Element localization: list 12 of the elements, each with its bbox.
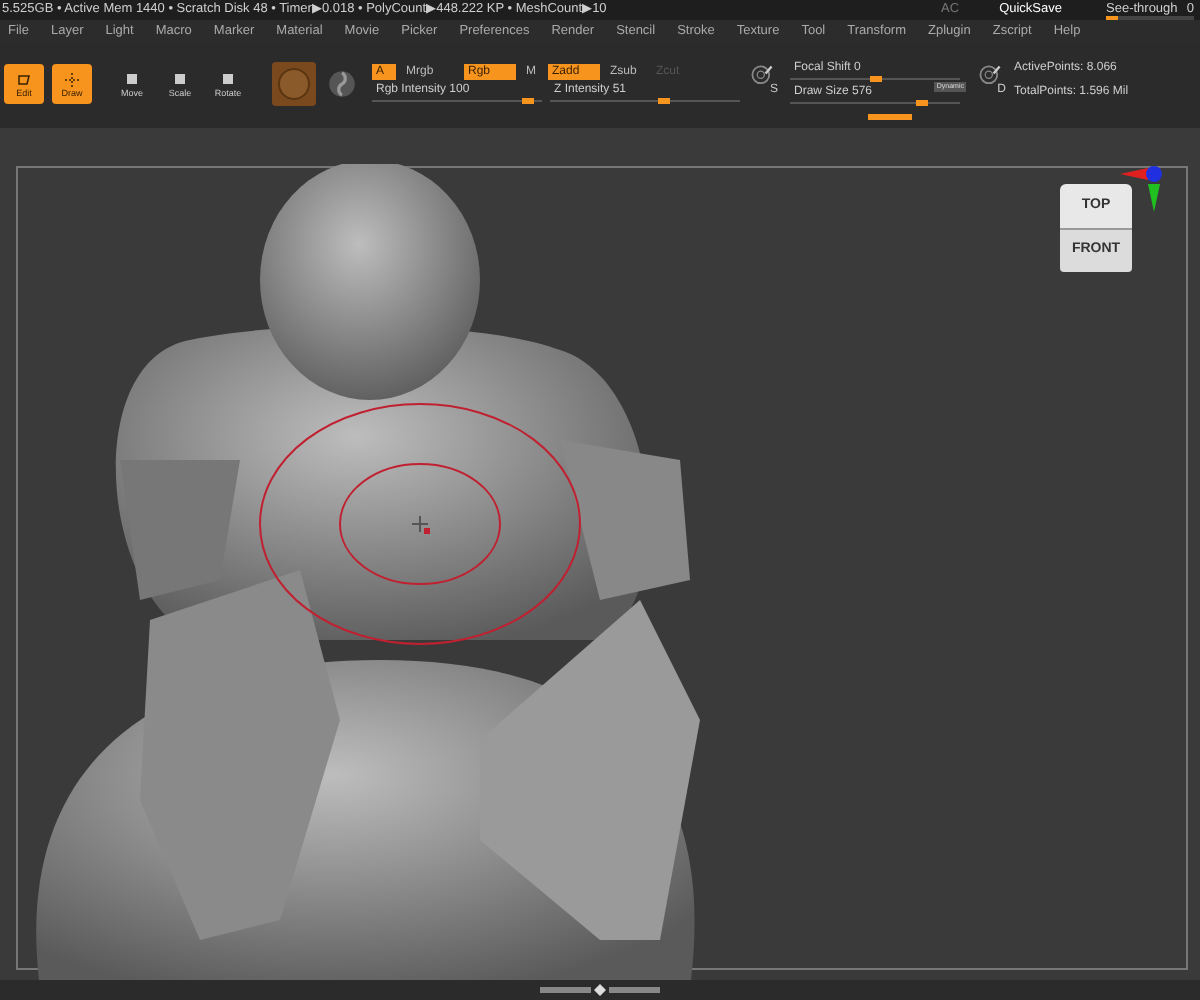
brush-cursor-icon (256, 400, 584, 650)
brush-icon (978, 64, 1002, 88)
frame-icon (14, 69, 34, 90)
splitter-handle-icon (540, 984, 660, 996)
material-swatch[interactable] (272, 62, 316, 106)
color-sphere-icon (326, 68, 358, 100)
square-icon (122, 69, 142, 90)
crosshair-icon (62, 69, 82, 90)
square-icon (170, 69, 190, 90)
brush-icon (750, 64, 774, 88)
indicator-bar (868, 114, 912, 120)
square-icon (218, 69, 238, 90)
